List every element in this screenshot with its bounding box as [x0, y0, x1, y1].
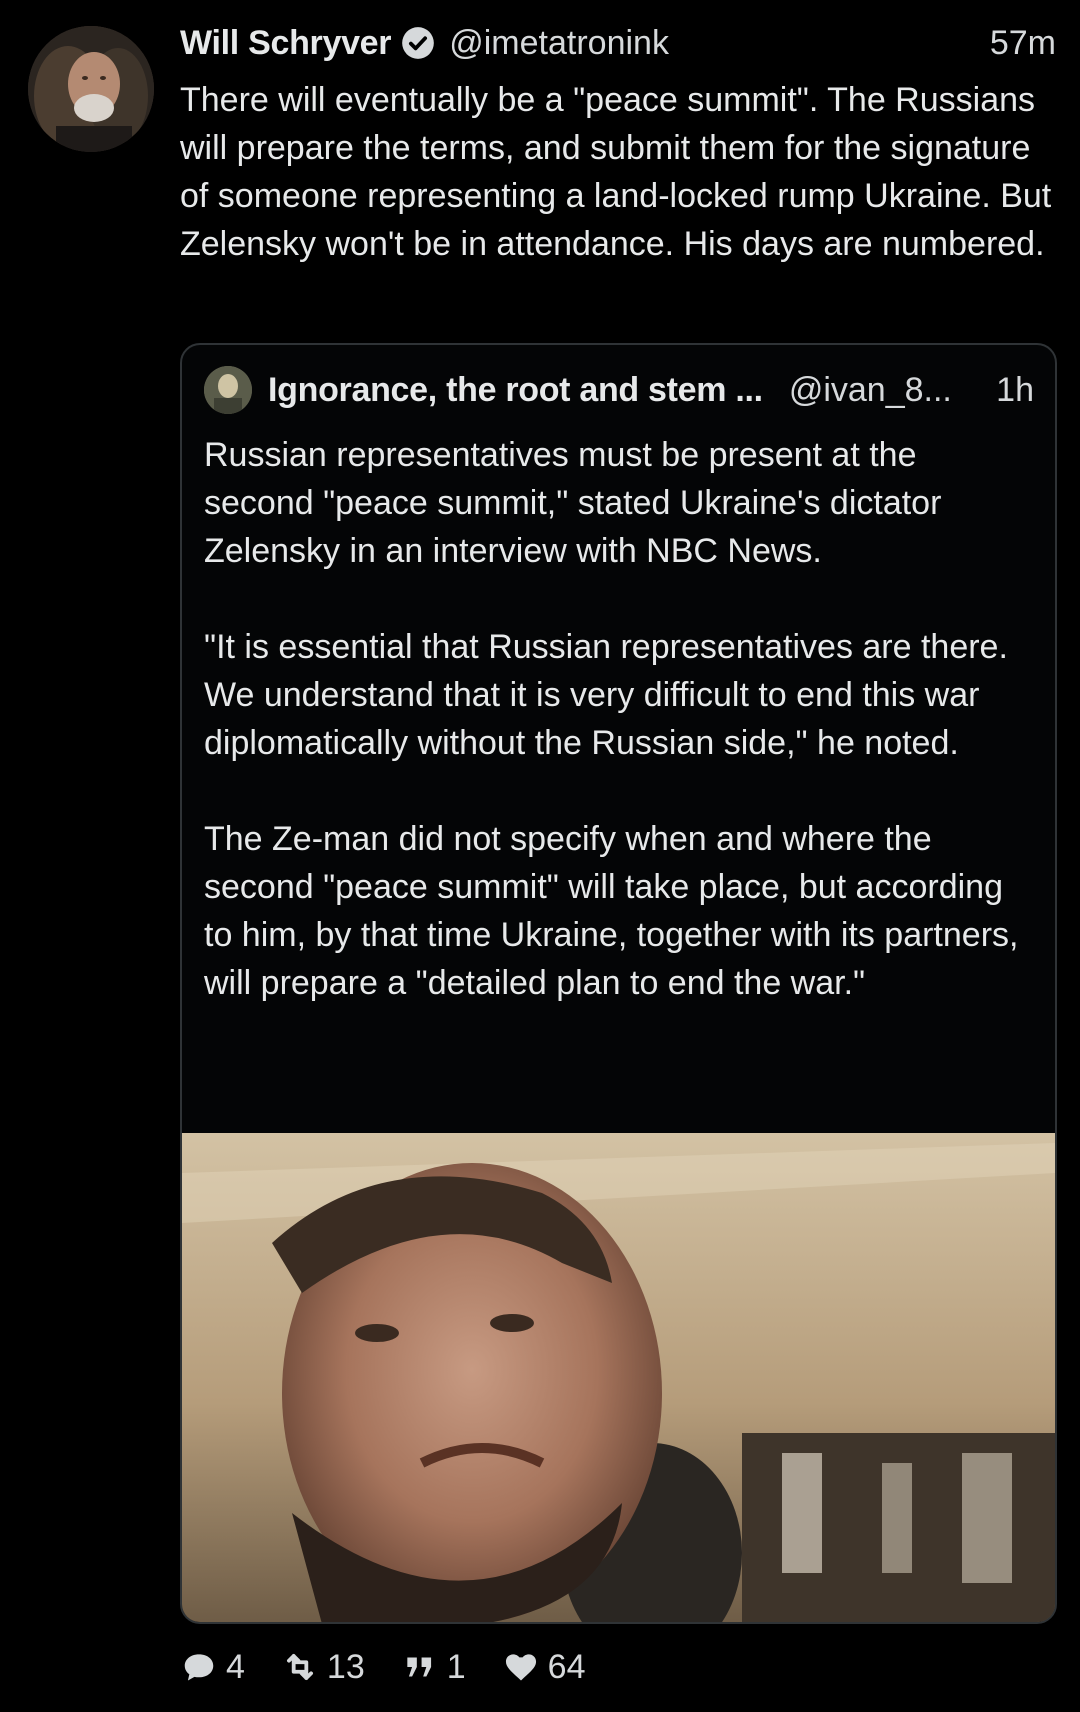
quoted-media-image[interactable] [182, 1133, 1055, 1622]
reply-bubble-icon [180, 1648, 218, 1686]
tweet-timestamp[interactable]: 57m [990, 24, 1056, 63]
quoted-tweet-card[interactable]: Ignorance, the root and stem ... @ivan_8… [180, 343, 1057, 1624]
quoted-paragraph: "It is essential that Russian representa… [204, 628, 1008, 762]
reply-count: 4 [226, 1647, 245, 1686]
tweet-text: There will eventually be a "peace summit… [180, 81, 1052, 263]
reply-button[interactable]: 4 [180, 1648, 245, 1687]
tweet-header: Will Schryver @imetatronink 57m [180, 18, 1056, 68]
quote-button[interactable]: 1 [401, 1648, 466, 1687]
quoted-tweet-timestamp[interactable]: 1h [996, 371, 1034, 410]
author-handle[interactable]: @imetatronink [449, 24, 669, 63]
quoted-tweet-header: Ignorance, the root and stem ... @ivan_8… [204, 365, 1034, 415]
quoted-author-name[interactable]: Ignorance, the root and stem ... [268, 371, 763, 410]
quoted-tweet-text: Russian representatives must be present … [204, 431, 1034, 1007]
like-count: 64 [547, 1647, 586, 1686]
quote-count: 1 [446, 1647, 466, 1686]
like-button[interactable]: 64 [502, 1648, 586, 1687]
quoted-paragraph: The Ze-man did not specify when and wher… [204, 820, 1019, 1002]
retweet-button[interactable]: 13 [281, 1648, 365, 1687]
tweet[interactable]: Will Schryver @imetatronink 57m There wi… [0, 0, 1080, 1712]
author-name[interactable]: Will Schryver [180, 24, 392, 63]
verified-badge-icon [399, 24, 437, 62]
quoted-author-avatar[interactable] [204, 366, 252, 414]
quoted-author-handle[interactable]: @ivan_8... [789, 371, 952, 410]
author-avatar[interactable] [28, 26, 154, 152]
quoted-paragraph: Russian representatives must be present … [204, 436, 942, 570]
heart-icon [502, 1648, 540, 1686]
retweet-count: 13 [326, 1647, 365, 1686]
retweet-icon [281, 1648, 319, 1686]
quote-marks-icon [401, 1648, 439, 1686]
tweet-actions: 4 13 1 64 [180, 1642, 622, 1692]
